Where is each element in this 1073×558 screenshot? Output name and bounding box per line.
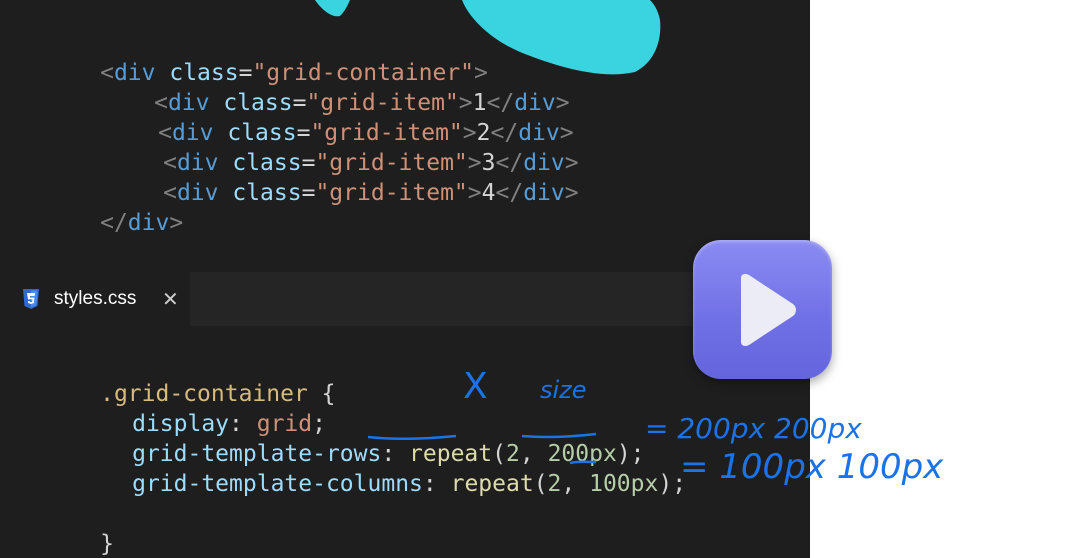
code-token: </ xyxy=(100,210,128,236)
css-line-selector: .grid-container { xyxy=(17,349,335,407)
play-button[interactable] xyxy=(693,240,832,379)
css-line-rows: grid-template-rows: repeat(2, 200px); xyxy=(49,409,644,467)
code-token: ( xyxy=(533,471,548,497)
code-token: : xyxy=(422,471,451,497)
code-token: ); xyxy=(658,471,687,497)
tab-label: styles.css xyxy=(54,288,137,309)
css-code-block: .grid-container { display: grid; grid-te… xyxy=(0,349,686,557)
code-token: </ xyxy=(495,180,524,206)
close-icon[interactable]: ✕ xyxy=(162,272,179,326)
code-token: repeat xyxy=(450,471,534,497)
code-token: } xyxy=(100,531,114,557)
editor-tab-bar: styles.css ✕ xyxy=(0,272,810,326)
code-token: > xyxy=(467,180,482,206)
code-token: > xyxy=(169,210,184,236)
css-line-close: } xyxy=(17,499,114,557)
html-line-grid-item: <div class="grid-item">4</div> xyxy=(80,148,579,206)
code-token: 2 xyxy=(547,471,562,497)
play-icon xyxy=(741,274,796,346)
code-token: = xyxy=(301,180,316,206)
css-line-display: display: grid; xyxy=(49,379,326,437)
html-line-close-container: </div> xyxy=(17,178,183,236)
code-token: 100px xyxy=(589,471,659,497)
code-token: , xyxy=(561,471,590,497)
code-token: div xyxy=(127,210,170,236)
html-line-grid-item: <div class="grid-item">3</div> xyxy=(80,118,579,176)
code-token: > xyxy=(564,180,579,206)
html-line-grid-item: <div class="grid-item">1</div> xyxy=(71,58,570,116)
css3-icon xyxy=(23,289,39,309)
code-editor[interactable]: <div class="grid-container"> <div class=… xyxy=(0,0,810,558)
code-token: div xyxy=(523,180,565,206)
code-token: "grid-item" xyxy=(315,180,468,206)
html-line-grid-item: <div class="grid-item">2</div> xyxy=(75,88,574,146)
tab-styles-css[interactable]: styles.css ✕ xyxy=(0,272,190,326)
html-line-open-container: <div class="grid-container"> xyxy=(17,28,488,86)
code-token: 4 xyxy=(481,180,496,206)
css-line-columns: grid-template-columns: repeat(2, 100px); xyxy=(49,439,686,497)
html-code-block: <div class="grid-container"> <div class=… xyxy=(0,28,579,236)
code-token: class xyxy=(218,180,302,206)
code-token: grid-template-columns xyxy=(132,471,423,497)
